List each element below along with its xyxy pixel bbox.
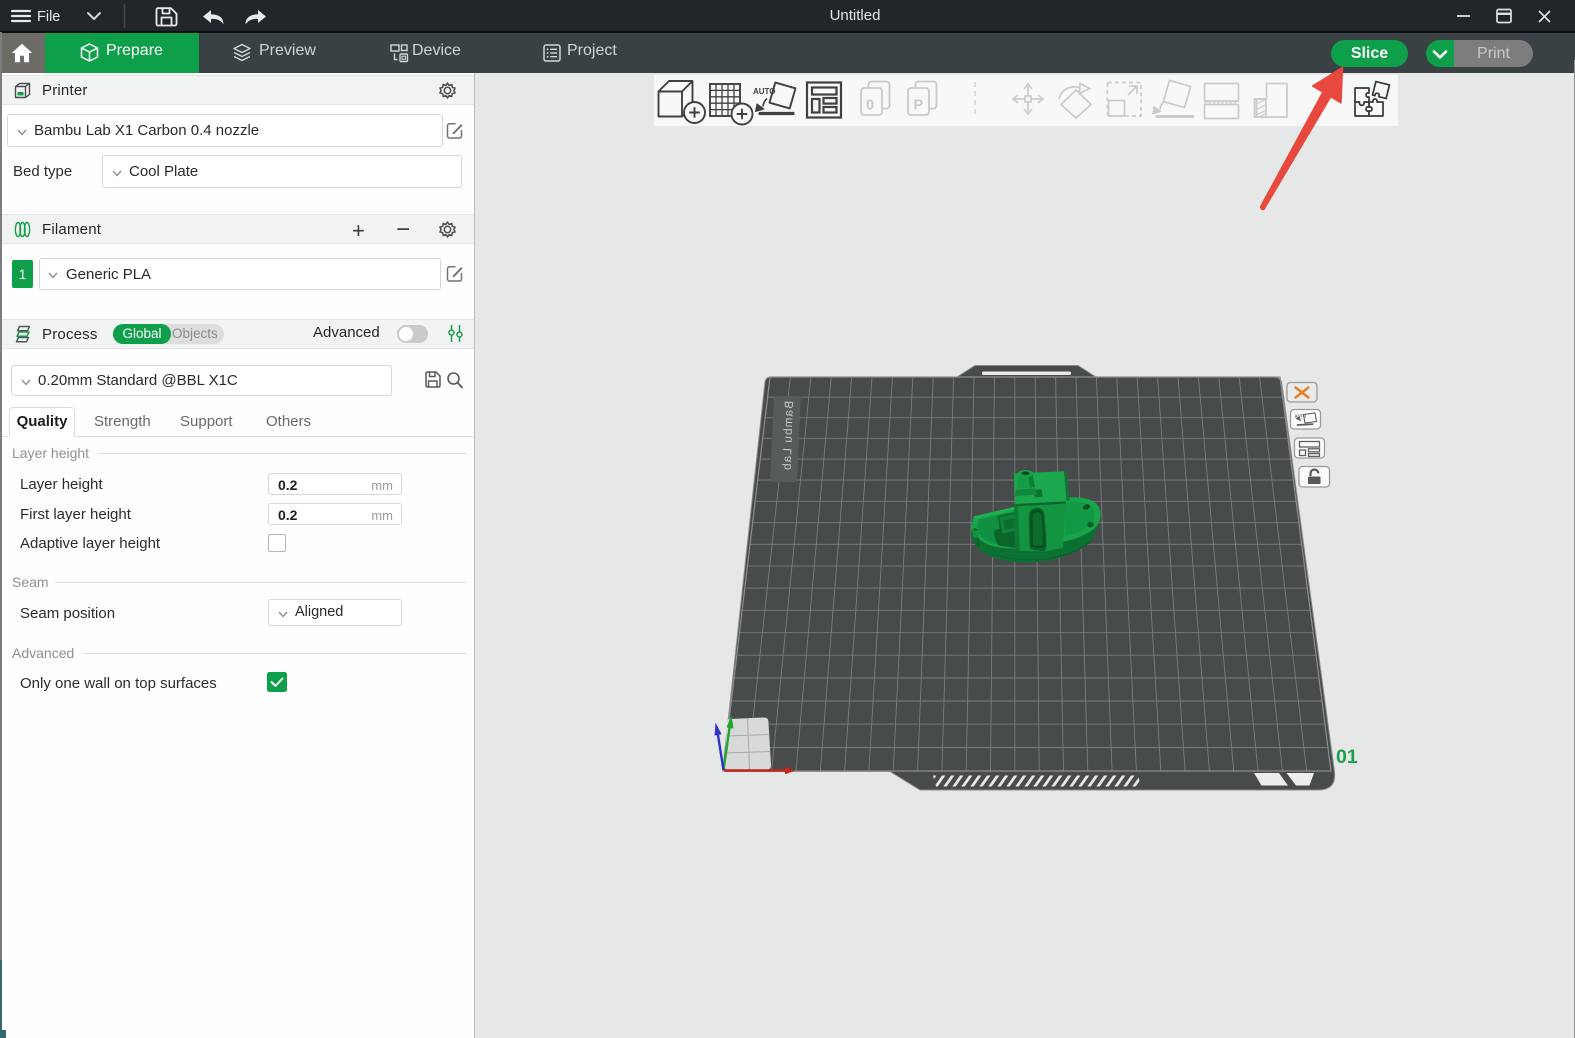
- svg-text:Bambu Lab: Bambu Lab: [780, 401, 796, 472]
- svg-text:File: File: [37, 9, 60, 25]
- svg-text:01: 01: [1336, 746, 1358, 768]
- svg-text:AUTO: AUTO: [1295, 414, 1308, 419]
